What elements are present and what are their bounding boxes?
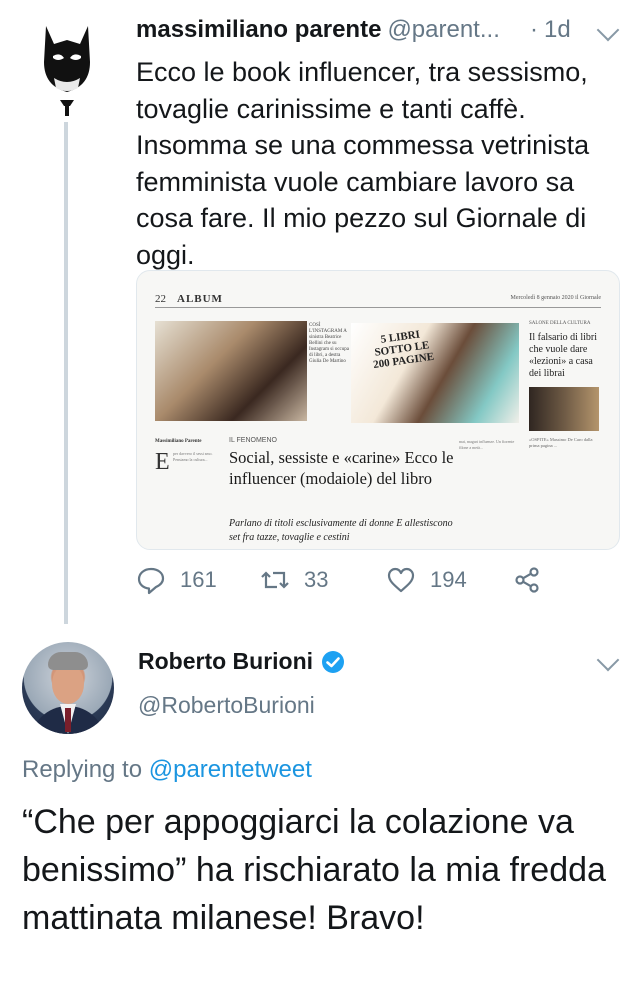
page-number: 22 — [155, 293, 166, 305]
batman-mask-icon[interactable] — [40, 22, 94, 118]
like-button[interactable]: 194 — [386, 560, 467, 600]
newspaper-date: Mercoledì 8 gennaio 2020 il Giornale — [510, 295, 601, 301]
article-column-1: per davvero il sessi smo. Pensiamo la cu… — [173, 451, 213, 462]
avatar-hair — [48, 652, 88, 670]
thread-line — [64, 122, 68, 624]
like-count: 194 — [430, 567, 467, 592]
verified-badge-icon — [322, 650, 345, 673]
tweet-text: “Che per appoggiarci la colazione va ben… — [22, 803, 606, 937]
side-article: SALONE DELLA CULTURA Il falsario di libr… — [529, 321, 599, 448]
tweet-text: Ecco le book influencer, tra sessismo, t… — [136, 57, 590, 270]
side-body: «OSPITE» Massimo De Caro dalla prima pag… — [529, 437, 593, 448]
share-button[interactable] — [512, 560, 542, 600]
photo-influencer-1 — [155, 321, 307, 421]
avatar-tie — [65, 708, 71, 732]
article-byline: Massimiliano Parente — [155, 439, 202, 444]
reply-icon — [137, 567, 165, 595]
author-name[interactable]: Roberto Burioni — [138, 648, 313, 675]
section-title: ALBUM — [177, 293, 223, 305]
reply-count: 161 — [180, 567, 217, 592]
separator-dot: · — [530, 16, 538, 43]
tweet-actions: 161 33 194 — [136, 560, 616, 600]
side-photo — [529, 387, 599, 431]
author-handle[interactable]: @parent... — [387, 16, 499, 43]
chevron-down-icon[interactable] — [596, 648, 620, 672]
author-name[interactable]: massimiliano parente — [136, 16, 381, 43]
retweet-count: 33 — [304, 567, 329, 592]
photo-caption: COSÌ L'INSTAGRAM A sinistra Beatrice Bel… — [309, 323, 349, 364]
heart-icon — [387, 567, 415, 593]
newspaper-image[interactable]: 22 ALBUM Mercoledì 8 gennaio 2020 il Gio… — [136, 270, 620, 550]
replying-to: Replying to @parentetweet — [22, 756, 312, 784]
article-column-2: mai, magari influenze. Un fiorente filon… — [459, 439, 515, 450]
avatar-face — [52, 664, 84, 704]
side-kicker: SALONE DELLA CULTURA — [529, 321, 591, 326]
avatar[interactable] — [22, 642, 114, 734]
replying-to-link[interactable]: @parentetweet — [149, 756, 312, 783]
retweet-icon — [261, 571, 289, 589]
article-kicker: IL FENOMENO — [229, 437, 277, 444]
article-deck: Parlano di titoli esclusivamente di donn… — [229, 518, 453, 543]
side-title: Il falsario di libri che vuole dare «lez… — [529, 332, 598, 379]
newspaper-header: 22 ALBUM Mercoledì 8 gennaio 2020 il Gio… — [155, 293, 601, 308]
author-name-row: Roberto Burioni — [138, 648, 345, 675]
share-icon — [515, 567, 539, 593]
replying-label: Replying to — [22, 756, 143, 783]
retweet-button[interactable]: 33 — [260, 560, 328, 600]
author-handle[interactable]: @RobertoBurioni — [138, 692, 315, 719]
tweet-parente[interactable]: massimiliano parente @parent... · 1d Ecco… — [0, 0, 640, 624]
article-dropcap: E — [155, 449, 170, 475]
tweet-time[interactable]: 1d — [544, 16, 571, 44]
article-headline: Social, sessiste e «carine» Ecco le infl… — [229, 448, 454, 488]
tweet-burioni[interactable]: Roberto Burioni @RobertoBurioni Replying… — [0, 612, 640, 996]
reply-button[interactable]: 161 — [136, 560, 217, 600]
